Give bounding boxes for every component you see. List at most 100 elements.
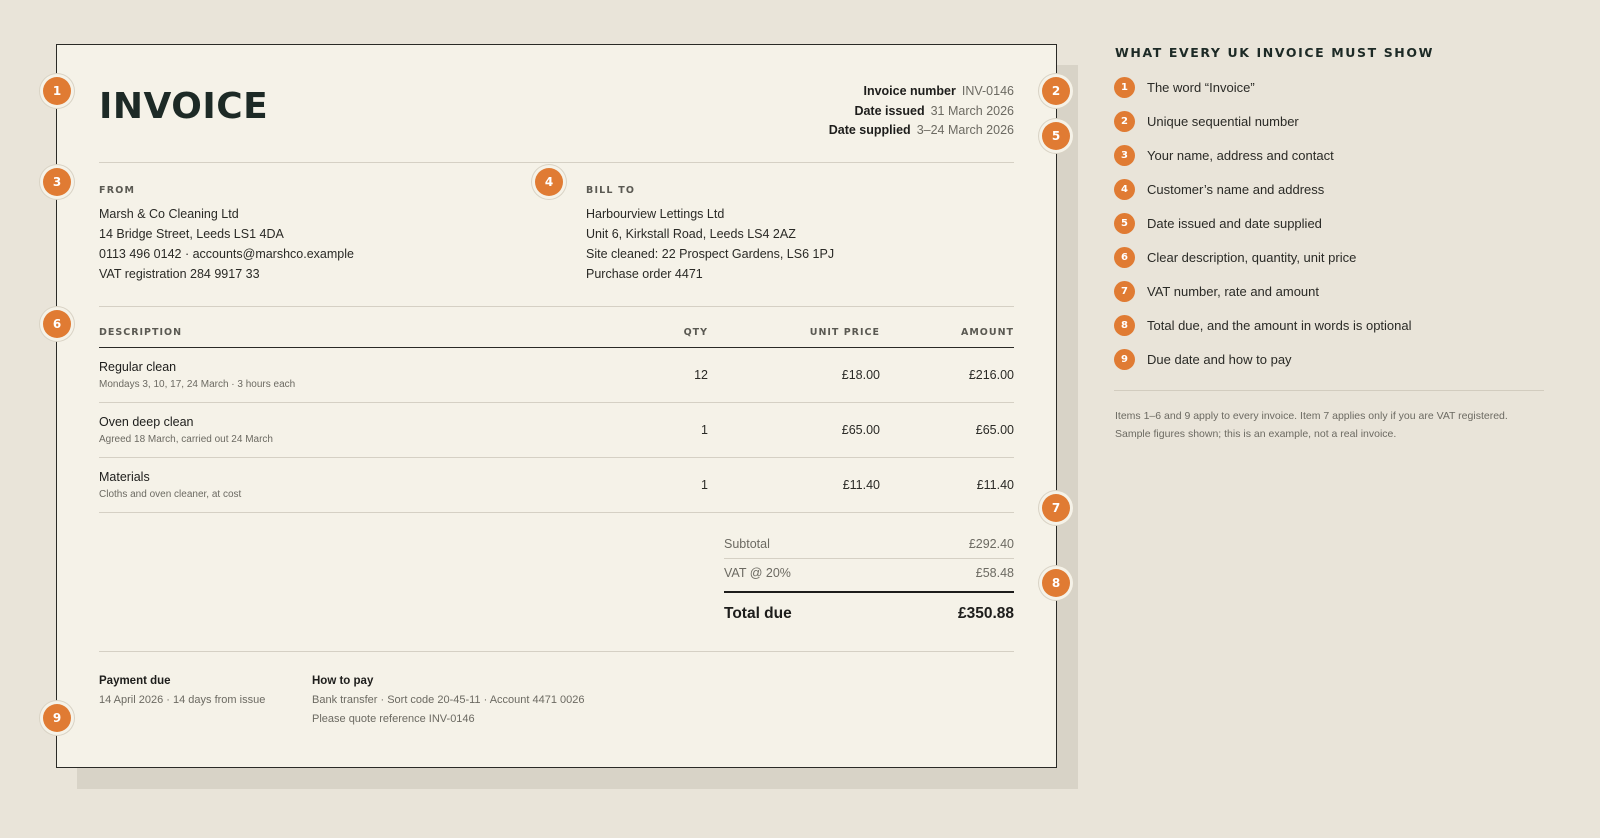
marker-badge: 8 (1042, 569, 1070, 597)
checklist-item: 1 The word “Invoice” (1114, 76, 1255, 98)
date-issued-label: Date issued (854, 104, 925, 118)
from-line: 14 Bridge Street, Leeds LS1 4DA (99, 227, 284, 241)
checklist-number-badge: 7 (1114, 280, 1135, 302)
checklist-number-badge: 8 (1114, 314, 1135, 336)
checklist-number-badge: 3 (1114, 144, 1135, 166)
col-qty-header: QTY (683, 327, 708, 338)
checklist-item-text: Total due, and the amount in words is op… (1147, 317, 1412, 333)
checklist-item-text: Date issued and date supplied (1147, 215, 1322, 231)
invoice-document (56, 44, 1057, 768)
checklist-number-badge: 1 (1114, 76, 1135, 98)
line-item-detail: Cloths and oven cleaner, at cost (99, 489, 242, 500)
from-line: Marsh & Co Cleaning Ltd (99, 207, 239, 221)
payment-due-text: 14 April 2026 · 14 days from issue (99, 694, 266, 706)
from-address: Marsh & Co Cleaning Ltd 14 Bridge Street… (99, 204, 354, 284)
line-item-title: Oven deep clean (99, 415, 194, 429)
from-line: VAT registration 284 9917 33 (99, 267, 260, 281)
marker-badge: 5 (1042, 122, 1070, 150)
line-item-amount: £216.00 (968, 368, 1014, 382)
payment-due-heading: Payment due (99, 675, 171, 687)
checklist-item-text: Customer’s name and address (1147, 181, 1325, 197)
checklist-number-badge: 9 (1114, 348, 1135, 370)
line-item-unit-price: £18.00 (841, 368, 880, 382)
divider (99, 651, 1014, 652)
line-item-qty: 1 (701, 423, 708, 437)
checklist-item-text: The word “Invoice” (1147, 79, 1255, 95)
line-item-title: Regular clean (99, 360, 177, 374)
checklist-item-text: Your name, address and contact (1147, 147, 1334, 163)
invoice-number-label: Invoice number (863, 84, 956, 98)
sidebar-divider (1114, 390, 1544, 391)
sidebar-title: WHAT EVERY UK INVOICE MUST SHOW (1115, 45, 1434, 60)
marker-badge: 9 (43, 704, 71, 732)
bill-to-address: Harbourview Lettings Ltd Unit 6, Kirksta… (586, 204, 834, 284)
bill-to-heading: BILL TO (586, 185, 636, 196)
marker-badge: 3 (43, 168, 71, 196)
bill-to-line: Site cleaned: 22 Prospect Gardens, LS6 1… (586, 247, 835, 261)
col-description-header: DESCRIPTION (99, 327, 183, 338)
line-item-detail: Agreed 18 March, carried out 24 March (99, 434, 273, 445)
checklist-number-badge: 2 (1114, 110, 1135, 132)
checklist-item: 6 Clear description, quantity, unit pric… (1114, 246, 1356, 268)
checklist-item-text: Unique sequential number (1147, 113, 1299, 129)
marker-badge: 4 (535, 168, 563, 196)
col-unit-price-header: UNIT PRICE (809, 327, 880, 338)
how-to-pay-heading: How to pay (312, 675, 374, 687)
bill-to-line: Purchase order 4471 (586, 267, 703, 281)
from-line: 0113 496 0142 · accounts@marshco.example (99, 247, 354, 261)
checklist-item: 8 Total due, and the amount in words is … (1114, 314, 1412, 336)
line-item-title: Materials (99, 470, 150, 484)
checklist-item: 3 Your name, address and contact (1114, 144, 1334, 166)
totals-divider (724, 558, 1014, 559)
from-heading: FROM (99, 185, 136, 196)
row-divider (99, 512, 1014, 513)
date-issued-value: 31 March 2026 (930, 104, 1014, 118)
checklist-item: 9 Due date and how to pay (1114, 348, 1292, 370)
line-item-amount: £11.40 (976, 478, 1014, 492)
total-due-label: Total due (724, 605, 792, 622)
how-to-pay-text: Bank transfer · Sort code 20-45-11 · Acc… (312, 691, 585, 729)
line-item-unit-price: £65.00 (841, 423, 880, 437)
checklist-item: 2 Unique sequential number (1114, 110, 1299, 132)
checklist-number-badge: 4 (1114, 178, 1135, 200)
sidebar-note-line: Sample figures shown; this is an example… (1115, 428, 1397, 440)
subtotal-label: Subtotal (724, 537, 770, 551)
checklist-number-badge: 5 (1114, 212, 1135, 234)
date-issued-row: Date issued 31 March 2026 (854, 104, 1014, 118)
divider (99, 306, 1014, 307)
total-due-value: £350.88 (957, 605, 1014, 622)
checklist-item-text: Clear description, quantity, unit price (1147, 249, 1357, 265)
date-supplied-label: Date supplied (828, 123, 911, 137)
total-rule (724, 591, 1014, 593)
col-amount-header: AMOUNT (960, 327, 1014, 338)
date-supplied-row: Date supplied 3–24 March 2026 (829, 123, 1014, 137)
invoice-title: INVOICE (99, 86, 269, 127)
bill-to-line: Unit 6, Kirkstall Road, Leeds LS4 2AZ (586, 227, 796, 241)
line-item-unit-price: £11.40 (842, 478, 880, 492)
checklist-item: 7 VAT number, rate and amount (1114, 280, 1319, 302)
bill-to-line: Harbourview Lettings Ltd (586, 207, 725, 221)
vat-value: £58.48 (975, 566, 1014, 580)
checklist-number-badge: 6 (1114, 246, 1135, 268)
table-header-rule (99, 347, 1014, 348)
checklist-item: 5 Date issued and date supplied (1114, 212, 1322, 234)
how-to-pay-line: Bank transfer · Sort code 20-45-11 · Acc… (312, 694, 585, 706)
invoice-number-value: INV-0146 (961, 84, 1014, 98)
how-to-pay-line: Please quote reference INV-0146 (312, 713, 475, 725)
row-divider (99, 457, 1014, 458)
marker-badge: 1 (43, 77, 71, 105)
subtotal-value: £292.40 (968, 537, 1014, 551)
checklist-item-text: Due date and how to pay (1147, 351, 1292, 367)
divider (99, 162, 1014, 163)
checklist-item: 4 Customer’s name and address (1114, 178, 1324, 200)
marker-badge: 7 (1042, 494, 1070, 522)
invoice-number-row: Invoice number INV-0146 (863, 84, 1014, 98)
checklist-item-text: VAT number, rate and amount (1147, 283, 1319, 299)
line-item-amount: £65.00 (975, 423, 1014, 437)
date-supplied-value: 3–24 March 2026 (916, 123, 1014, 137)
marker-badge: 6 (43, 310, 71, 338)
marker-badge: 2 (1042, 77, 1070, 105)
line-item-detail: Mondays 3, 10, 17, 24 March · 3 hours ea… (99, 379, 296, 390)
row-divider (99, 402, 1014, 403)
sidebar-note-line: Items 1–6 and 9 apply to every invoice. … (1115, 410, 1508, 422)
